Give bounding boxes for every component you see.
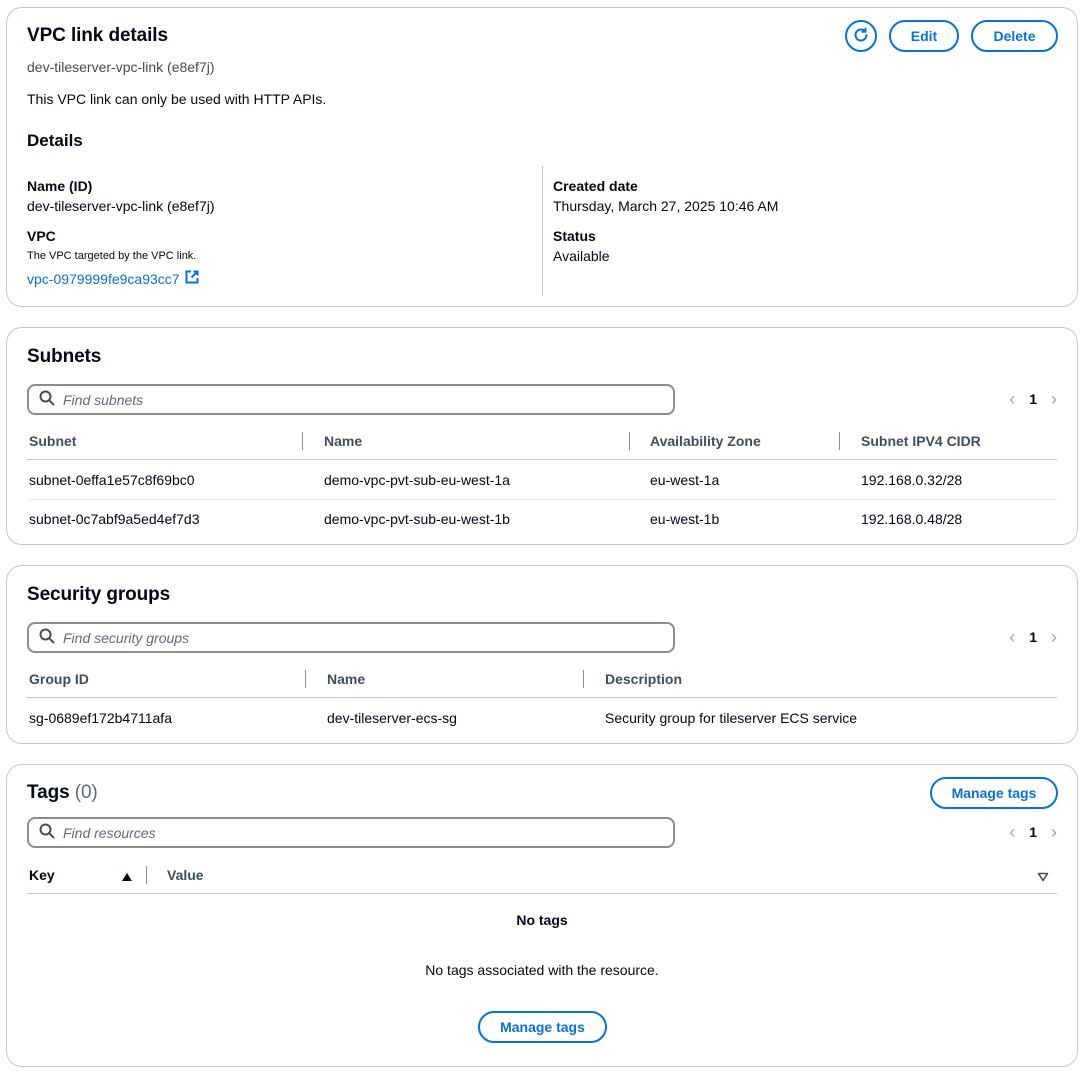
table-cell: demo-vpc-pvt-sub-eu-west-1a (324, 472, 510, 488)
manage-tags-empty-button[interactable]: Manage tags (478, 1011, 607, 1043)
vpc-description: The VPC targeted by the VPC link. (27, 250, 197, 262)
external-link-icon (184, 269, 200, 288)
manage-tags-button[interactable]: Manage tags (930, 777, 1058, 809)
tags-pagination: ‹ 1 › (1009, 823, 1057, 841)
table-cell: 192.168.0.32/28 (861, 472, 963, 488)
search-icon (39, 628, 55, 647)
search-placeholder: Find subnets (63, 391, 144, 408)
refresh-button[interactable] (845, 20, 877, 52)
subnets-title: Subnets (27, 346, 102, 367)
chevron-right-icon[interactable]: › (1051, 390, 1057, 408)
column-header-description[interactable]: Description (605, 671, 682, 687)
subnets-pagination: ‹ 1 › (1009, 390, 1057, 408)
chevron-left-icon[interactable]: ‹ (1009, 628, 1015, 646)
table-cell: subnet-0effa1e57c8f69bc0 (29, 472, 195, 488)
name-label: Name (ID) (27, 178, 93, 194)
header-divider (27, 697, 1057, 698)
header-divider (27, 893, 1057, 894)
status-label: Status (553, 228, 596, 244)
subnets-search-input[interactable]: Find subnets (27, 384, 675, 415)
details-heading: Details (27, 131, 83, 150)
column-header-name[interactable]: Name (327, 671, 365, 687)
table-cell: Security group for tileserver ECS servic… (605, 710, 858, 726)
search-placeholder: Find resources (63, 824, 156, 841)
table-cell: dev-tileserver-ecs-sg (327, 710, 457, 726)
column-header-cidr[interactable]: Subnet IPV4 CIDR (861, 433, 981, 449)
chevron-left-icon[interactable]: ‹ (1009, 390, 1015, 408)
vpc-link-text: vpc-0979999fe9ca93cc7 (27, 270, 180, 287)
column-resizer[interactable] (305, 670, 306, 688)
tags-panel: Tags (0) Manage tags Find resources ‹ 1 … (6, 764, 1078, 1067)
security-groups-pagination: ‹ 1 › (1009, 628, 1057, 646)
security-groups-search-input[interactable]: Find security groups (27, 622, 675, 653)
column-resizer[interactable] (146, 866, 147, 884)
search-icon (39, 823, 55, 842)
column-header-value[interactable]: Value (167, 867, 204, 883)
empty-state-message: No tags associated with the resource. (425, 962, 659, 978)
security-groups-panel: Security groups Find security groups ‹ 1… (6, 565, 1078, 744)
page-number[interactable]: 1 (1029, 824, 1037, 840)
http-api-notice: This VPC link can only be used with HTTP… (27, 91, 327, 107)
caret-down-icon[interactable] (1037, 869, 1049, 885)
vpc-link[interactable]: vpc-0979999fe9ca93cc7 (27, 269, 200, 288)
column-resizer[interactable] (839, 432, 840, 450)
name-value: dev-tileserver-vpc-link (e8ef7j) (27, 198, 215, 214)
subnets-panel: Subnets Find subnets ‹ 1 › Subnet Name A… (6, 327, 1078, 545)
row-divider (27, 499, 1057, 500)
security-groups-title: Security groups (27, 584, 171, 605)
column-divider (542, 166, 543, 296)
header-divider (27, 459, 1057, 460)
column-resizer[interactable] (629, 432, 630, 450)
chevron-right-icon[interactable]: › (1051, 823, 1057, 841)
search-placeholder: Find security groups (63, 629, 190, 646)
table-cell: sg-0689ef172b4711afa (29, 710, 172, 726)
column-resizer[interactable] (302, 432, 303, 450)
table-cell: demo-vpc-pvt-sub-eu-west-1b (324, 511, 510, 527)
search-icon (39, 390, 55, 409)
tags-title-text: Tags (27, 782, 70, 803)
vpc-link-details-panel: VPC link details dev-tileserver-vpc-link… (6, 7, 1078, 307)
column-header-key[interactable]: Key (29, 867, 55, 883)
tags-count: (0) (74, 782, 98, 803)
column-header-group-id[interactable]: Group ID (29, 671, 89, 687)
edit-button[interactable]: Edit (889, 20, 959, 52)
column-header-subnet[interactable]: Subnet (29, 433, 76, 449)
chevron-left-icon[interactable]: ‹ (1009, 823, 1015, 841)
table-cell: eu-west-1b (650, 511, 720, 527)
created-date-value: Thursday, March 27, 2025 10:46 AM (553, 198, 779, 214)
chevron-right-icon[interactable]: › (1051, 628, 1057, 646)
status-value: Available (553, 248, 610, 264)
sort-ascending-icon[interactable] (121, 869, 133, 885)
delete-button[interactable]: Delete (971, 20, 1058, 52)
table-cell: 192.168.0.48/28 (861, 511, 963, 527)
column-header-availability-zone[interactable]: Availability Zone (650, 433, 761, 449)
page-title: VPC link details (27, 25, 168, 46)
column-resizer[interactable] (583, 670, 584, 688)
page-number[interactable]: 1 (1029, 629, 1037, 645)
vpc-link-subtitle: dev-tileserver-vpc-link (e8ef7j) (27, 59, 215, 75)
page-number[interactable]: 1 (1029, 391, 1037, 407)
empty-state-title: No tags (516, 912, 568, 928)
refresh-icon (852, 26, 870, 47)
tags-title: Tags (0) (27, 782, 98, 804)
vpc-label: VPC (27, 228, 56, 244)
tags-search-input[interactable]: Find resources (27, 817, 675, 848)
table-cell: subnet-0c7abf9a5ed4ef7d3 (29, 511, 200, 527)
table-cell: eu-west-1a (650, 472, 720, 488)
created-date-label: Created date (553, 178, 638, 194)
column-header-name[interactable]: Name (324, 433, 362, 449)
